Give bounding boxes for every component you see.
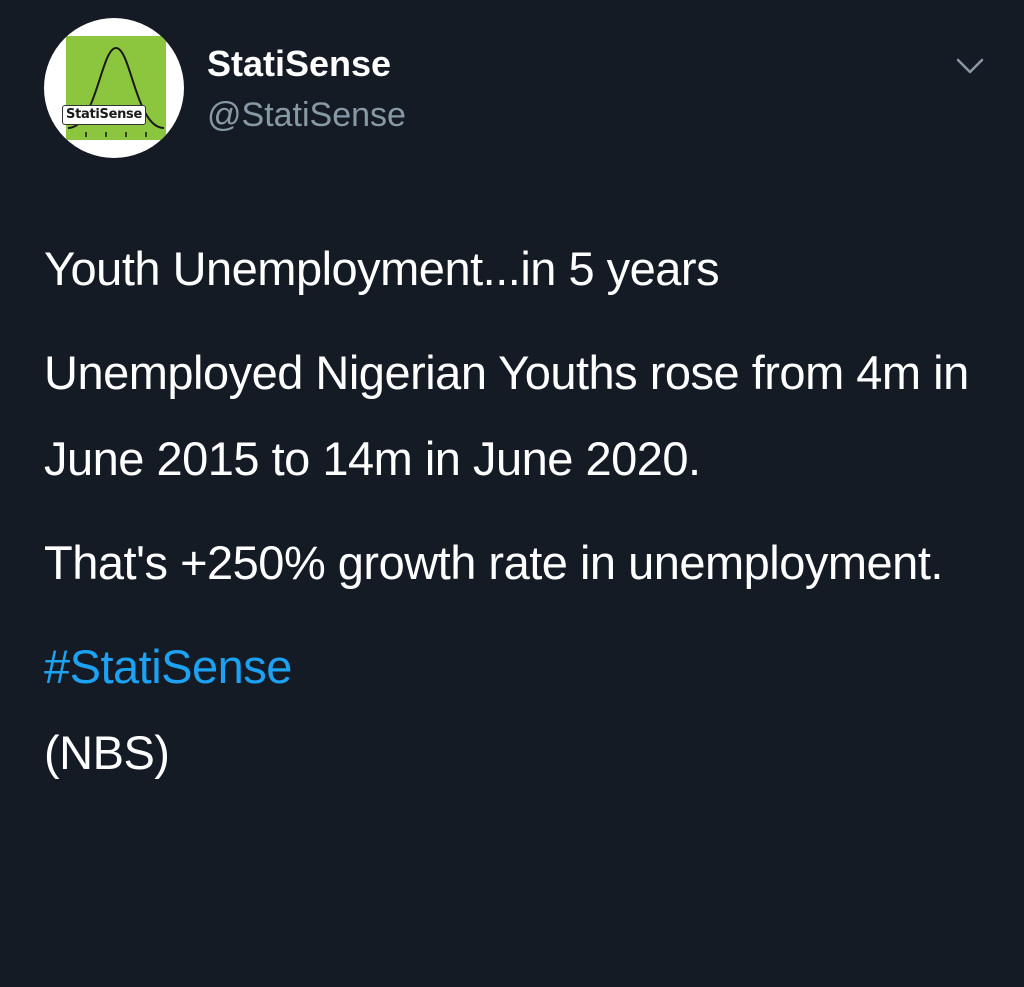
tweet-paragraph: Youth Unemployment...in 5 years — [44, 242, 720, 295]
chevron-down-icon[interactable] — [950, 50, 990, 80]
profile-avatar[interactable]: StatiSense — [44, 18, 184, 158]
tweet-paragraph: That's +250% growth rate in unemployment… — [44, 536, 943, 589]
hashtag-link[interactable]: #StatiSense — [44, 624, 984, 710]
tweet-text: Youth Unemployment...in 5 years Unemploy… — [44, 226, 984, 796]
user-handle[interactable]: @StatiSense — [207, 94, 406, 136]
source-note: (NBS) — [44, 726, 170, 779]
display-name[interactable]: StatiSense — [207, 42, 391, 86]
tweet-card: StatiSense StatiSense @StatiSense Youth … — [0, 0, 1024, 987]
avatar-logo-text: StatiSense — [62, 105, 147, 125]
tweet-paragraph: Unemployed Nigerian Youths rose from 4m … — [44, 346, 969, 485]
